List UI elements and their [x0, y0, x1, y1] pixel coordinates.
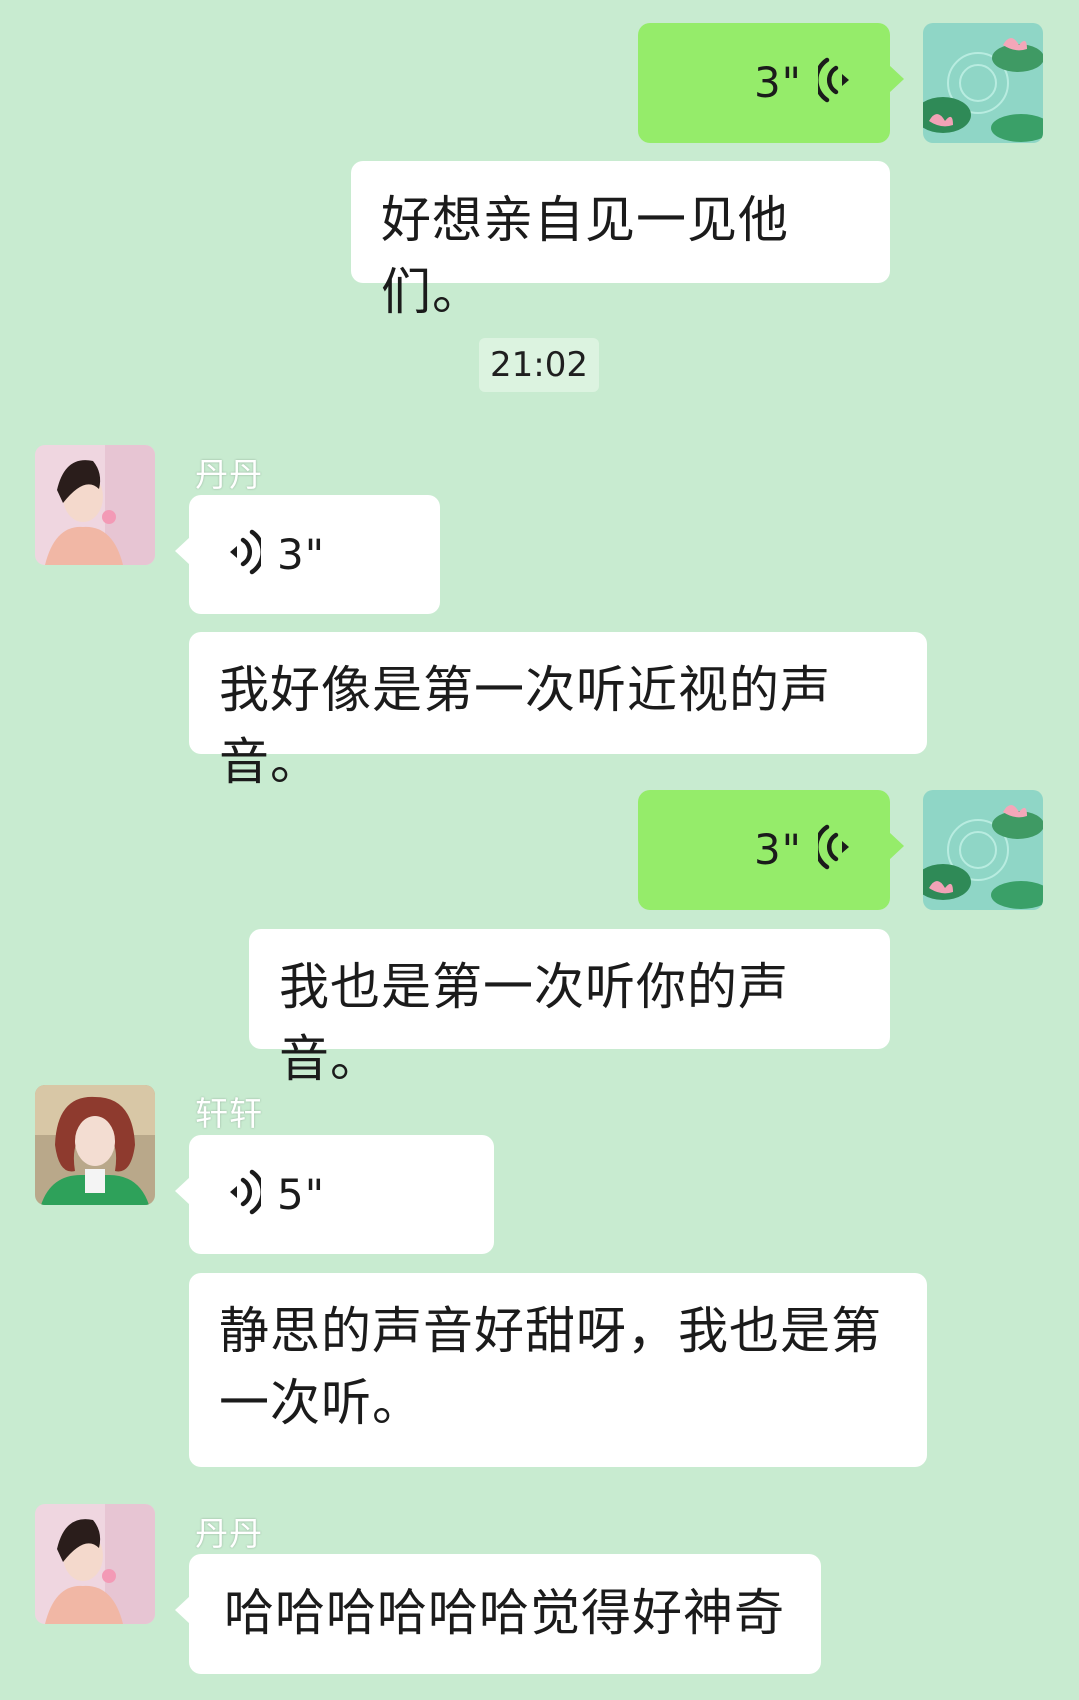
voice-wave-icon — [223, 528, 265, 583]
voice-duration: 5" — [277, 1170, 326, 1219]
voice-message-xuanxuan[interactable]: 5" — [175, 1135, 494, 1254]
avatar-self[interactable] — [923, 790, 1043, 910]
voice-duration: 3" — [753, 825, 802, 874]
text-message-dandan[interactable]: 我好像是第一次听近视的声音。 — [189, 632, 927, 791]
avatar-xuanxuan[interactable] — [35, 1085, 155, 1205]
voice-message-dandan[interactable]: 3" — [175, 495, 440, 614]
voice-message-self[interactable]: 3" — [638, 790, 904, 910]
sender-name: 丹丹 — [195, 1514, 263, 1553]
text-message-self[interactable]: 好想亲自见一见他们。 — [351, 161, 890, 321]
voice-wave-icon — [223, 1168, 265, 1223]
text-message-xuanxuan[interactable]: 静思的声音好甜呀，我也是第一次听。 — [189, 1273, 927, 1467]
message-text: 静思的声音好甜呀，我也是第一次听。 — [219, 1302, 882, 1432]
avatar-dandan[interactable] — [35, 445, 155, 565]
message-text: 好想亲自见一见他们。 — [381, 191, 789, 321]
message-text: 哈哈哈哈哈哈觉得好神奇 — [224, 1584, 785, 1642]
voice-message-self[interactable]: 3" — [638, 23, 904, 143]
message-text: 我也是第一次听你的声音。 — [279, 958, 789, 1088]
timestamp: 21:02 — [479, 338, 599, 392]
avatar-dandan[interactable] — [35, 1504, 155, 1624]
voice-wave-icon — [814, 56, 856, 111]
sender-name: 丹丹 — [195, 455, 263, 494]
sender-name: 轩轩 — [195, 1094, 263, 1133]
voice-duration: 3" — [277, 530, 326, 579]
message-text: 我好像是第一次听近视的声音。 — [219, 661, 831, 791]
voice-wave-icon — [814, 823, 856, 878]
voice-duration: 3" — [753, 58, 802, 107]
text-message-dandan[interactable]: 哈哈哈哈哈哈觉得好神奇 — [175, 1554, 821, 1674]
text-message-self[interactable]: 我也是第一次听你的声音。 — [249, 929, 890, 1088]
avatar-self[interactable] — [923, 23, 1043, 143]
